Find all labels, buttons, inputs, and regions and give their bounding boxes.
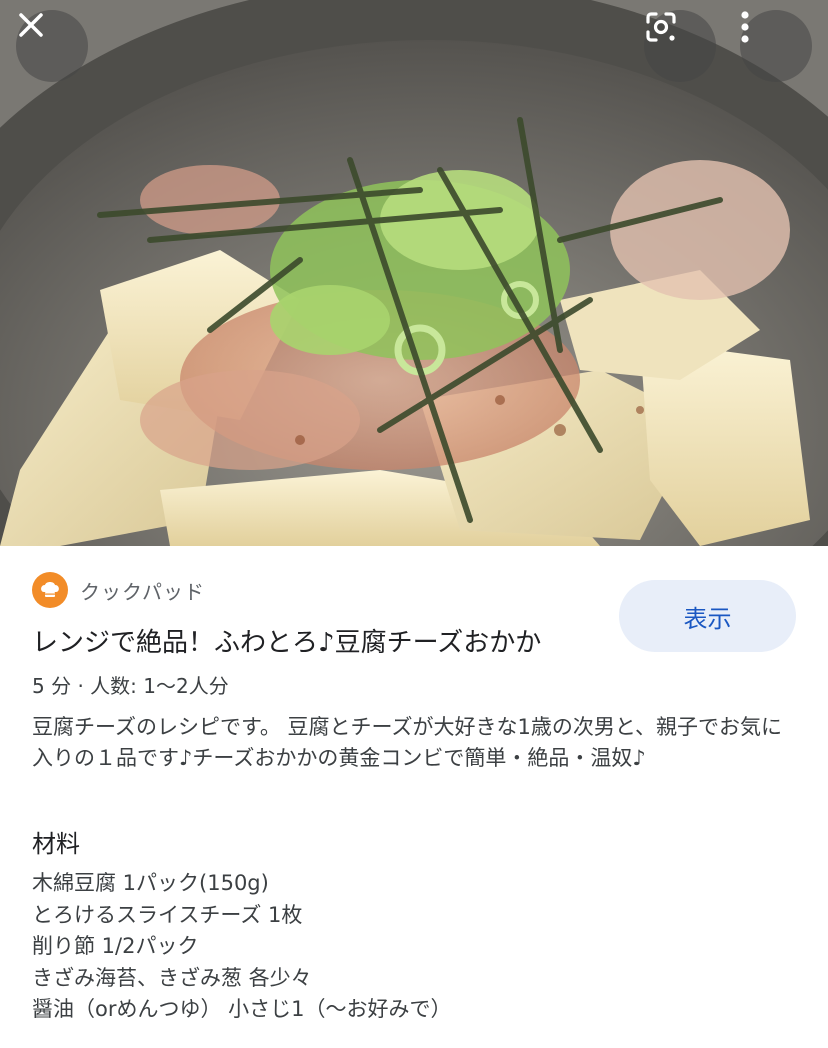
view-button[interactable]: 表示 [619,580,796,652]
ingredient-item: 削り節 1/2パック [32,934,199,958]
more-options-button[interactable] [740,10,812,82]
ingredient-item: 醤油（orめんつゆ） 小さじ1（〜お好みで） [32,997,452,1021]
more-vert-icon [741,11,749,43]
ingredient-item: とろけるスライスチーズ 1枚 [32,902,303,927]
source-name: クックパッド [80,579,205,604]
chef-hat-icon [32,572,68,608]
source-row[interactable]: クックパッド [32,572,205,608]
recipe-title: レンジで絶品！ふわとろ♪豆腐チーズおかか [32,628,542,658]
recipe-description: 豆腐チーズのレシピです。 豆腐とチーズが大好きな1歳の次男と、親子でお気に入りの… [32,715,782,770]
lens-button[interactable] [644,10,716,82]
lens-icon [646,12,676,42]
close-button[interactable] [16,10,88,82]
recipe-photo [0,0,828,546]
ingredients-heading: 材料 [32,830,80,858]
close-icon [19,13,43,37]
ingredient-item: 木綿豆腐 1パック(150g) [32,871,269,895]
recipe-photo-art [0,0,828,546]
ingredients-list: 木綿豆腐 1パック(150g) とろけるスライスチーズ 1枚 削り節 1/2パッ… [32,868,452,1026]
recipe-meta: 5 分 · 人数: 1〜2人分 [32,674,229,698]
ingredient-item: きざみ海苔、きざみ葱 各少々 [32,965,312,990]
